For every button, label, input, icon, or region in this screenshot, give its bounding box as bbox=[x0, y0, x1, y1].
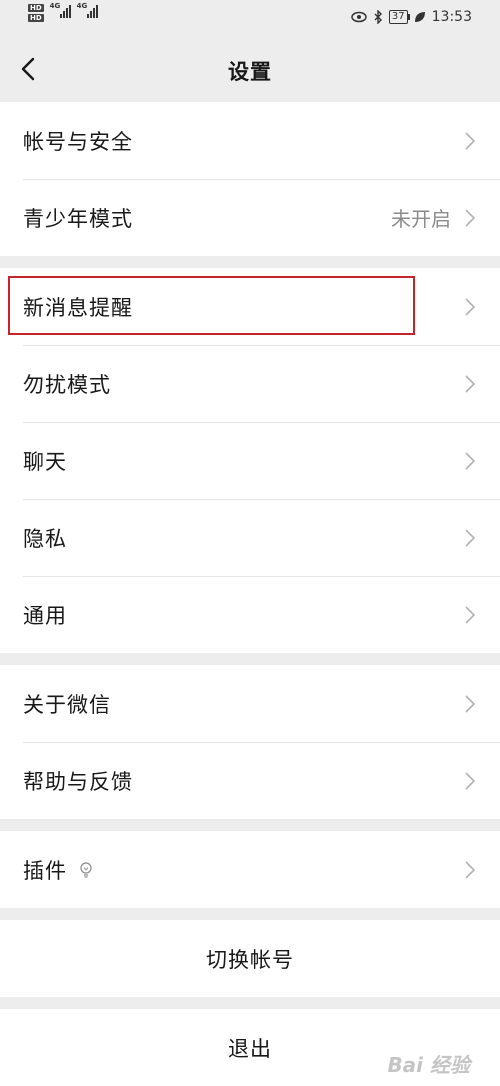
settings-item-label: 帐号与安全 bbox=[23, 129, 133, 154]
status-bar: HD HD 4G 4G 37 13:53 bbox=[0, 0, 500, 36]
bluetooth-icon bbox=[374, 10, 382, 24]
settings-item-label: 帮助与反馈 bbox=[23, 769, 133, 794]
chevron-right-icon bbox=[465, 451, 475, 470]
nav-bar: 设置 bbox=[0, 36, 500, 102]
settings-item-help-feedback[interactable]: 帮助与反馈 bbox=[0, 742, 500, 819]
chevron-right-icon bbox=[465, 694, 475, 713]
settings-item-general[interactable]: 通用 bbox=[0, 576, 500, 653]
settings-item-chat[interactable]: 聊天 bbox=[0, 422, 500, 499]
settings-group-plugins: 插件 bbox=[0, 831, 500, 908]
settings-item-do-not-disturb[interactable]: 勿扰模式 bbox=[0, 345, 500, 422]
settings-item-label: 聊天 bbox=[23, 449, 67, 474]
settings-item-label: 关于微信 bbox=[23, 692, 111, 717]
signal-icon: 4G bbox=[50, 2, 71, 18]
settings-group-general: 新消息提醒 勿扰模式 聊天 隐私 通用 bbox=[0, 268, 500, 653]
leaf-icon bbox=[414, 12, 425, 22]
hd-badge: HD bbox=[28, 4, 44, 12]
eye-icon bbox=[351, 11, 367, 23]
settings-item-new-message-notify[interactable]: 新消息提醒 bbox=[0, 268, 500, 345]
chevron-right-icon bbox=[465, 208, 475, 227]
clock: 13:53 bbox=[431, 9, 472, 25]
lightbulb-icon bbox=[80, 861, 92, 878]
battery-icon: 37 bbox=[388, 10, 410, 24]
settings-item-label: 青少年模式 bbox=[23, 206, 133, 231]
chevron-right-icon bbox=[465, 297, 475, 316]
settings-item-plugins[interactable]: 插件 bbox=[0, 831, 500, 908]
chevron-right-icon bbox=[465, 528, 475, 547]
status-left: HD HD 4G 4G bbox=[28, 2, 98, 22]
settings-item-account-security[interactable]: 帐号与安全 bbox=[0, 102, 500, 179]
signal-icon: 4G bbox=[77, 2, 98, 18]
chevron-right-icon bbox=[465, 131, 475, 150]
chevron-right-icon bbox=[465, 374, 475, 393]
hd-badge: HD bbox=[28, 14, 44, 22]
settings-item-label: 隐私 bbox=[23, 526, 67, 551]
settings-item-privacy[interactable]: 隐私 bbox=[0, 499, 500, 576]
settings-item-label: 插件 bbox=[23, 858, 67, 883]
settings-item-label: 新消息提醒 bbox=[23, 295, 133, 320]
chevron-right-icon bbox=[465, 771, 475, 790]
settings-group-about: 关于微信 帮助与反馈 bbox=[0, 665, 500, 819]
watermark: Bai 经验 bbox=[387, 1053, 470, 1077]
switch-account-group: 切换帐号 bbox=[0, 920, 500, 997]
settings-item-label: 通用 bbox=[23, 603, 67, 628]
page-title: 设置 bbox=[228, 60, 272, 84]
chevron-right-icon bbox=[465, 605, 475, 624]
settings-item-youth-mode[interactable]: 青少年模式 未开启 bbox=[0, 179, 500, 256]
settings-item-label: 勿扰模式 bbox=[23, 372, 111, 397]
settings-group-account: 帐号与安全 青少年模式 未开启 bbox=[0, 102, 500, 256]
status-right: 37 13:53 bbox=[351, 9, 472, 25]
settings-item-value: 未开启 bbox=[391, 207, 451, 231]
settings-item-about-wechat[interactable]: 关于微信 bbox=[0, 665, 500, 742]
switch-account-button[interactable]: 切换帐号 bbox=[0, 920, 500, 997]
chevron-right-icon bbox=[465, 860, 475, 879]
